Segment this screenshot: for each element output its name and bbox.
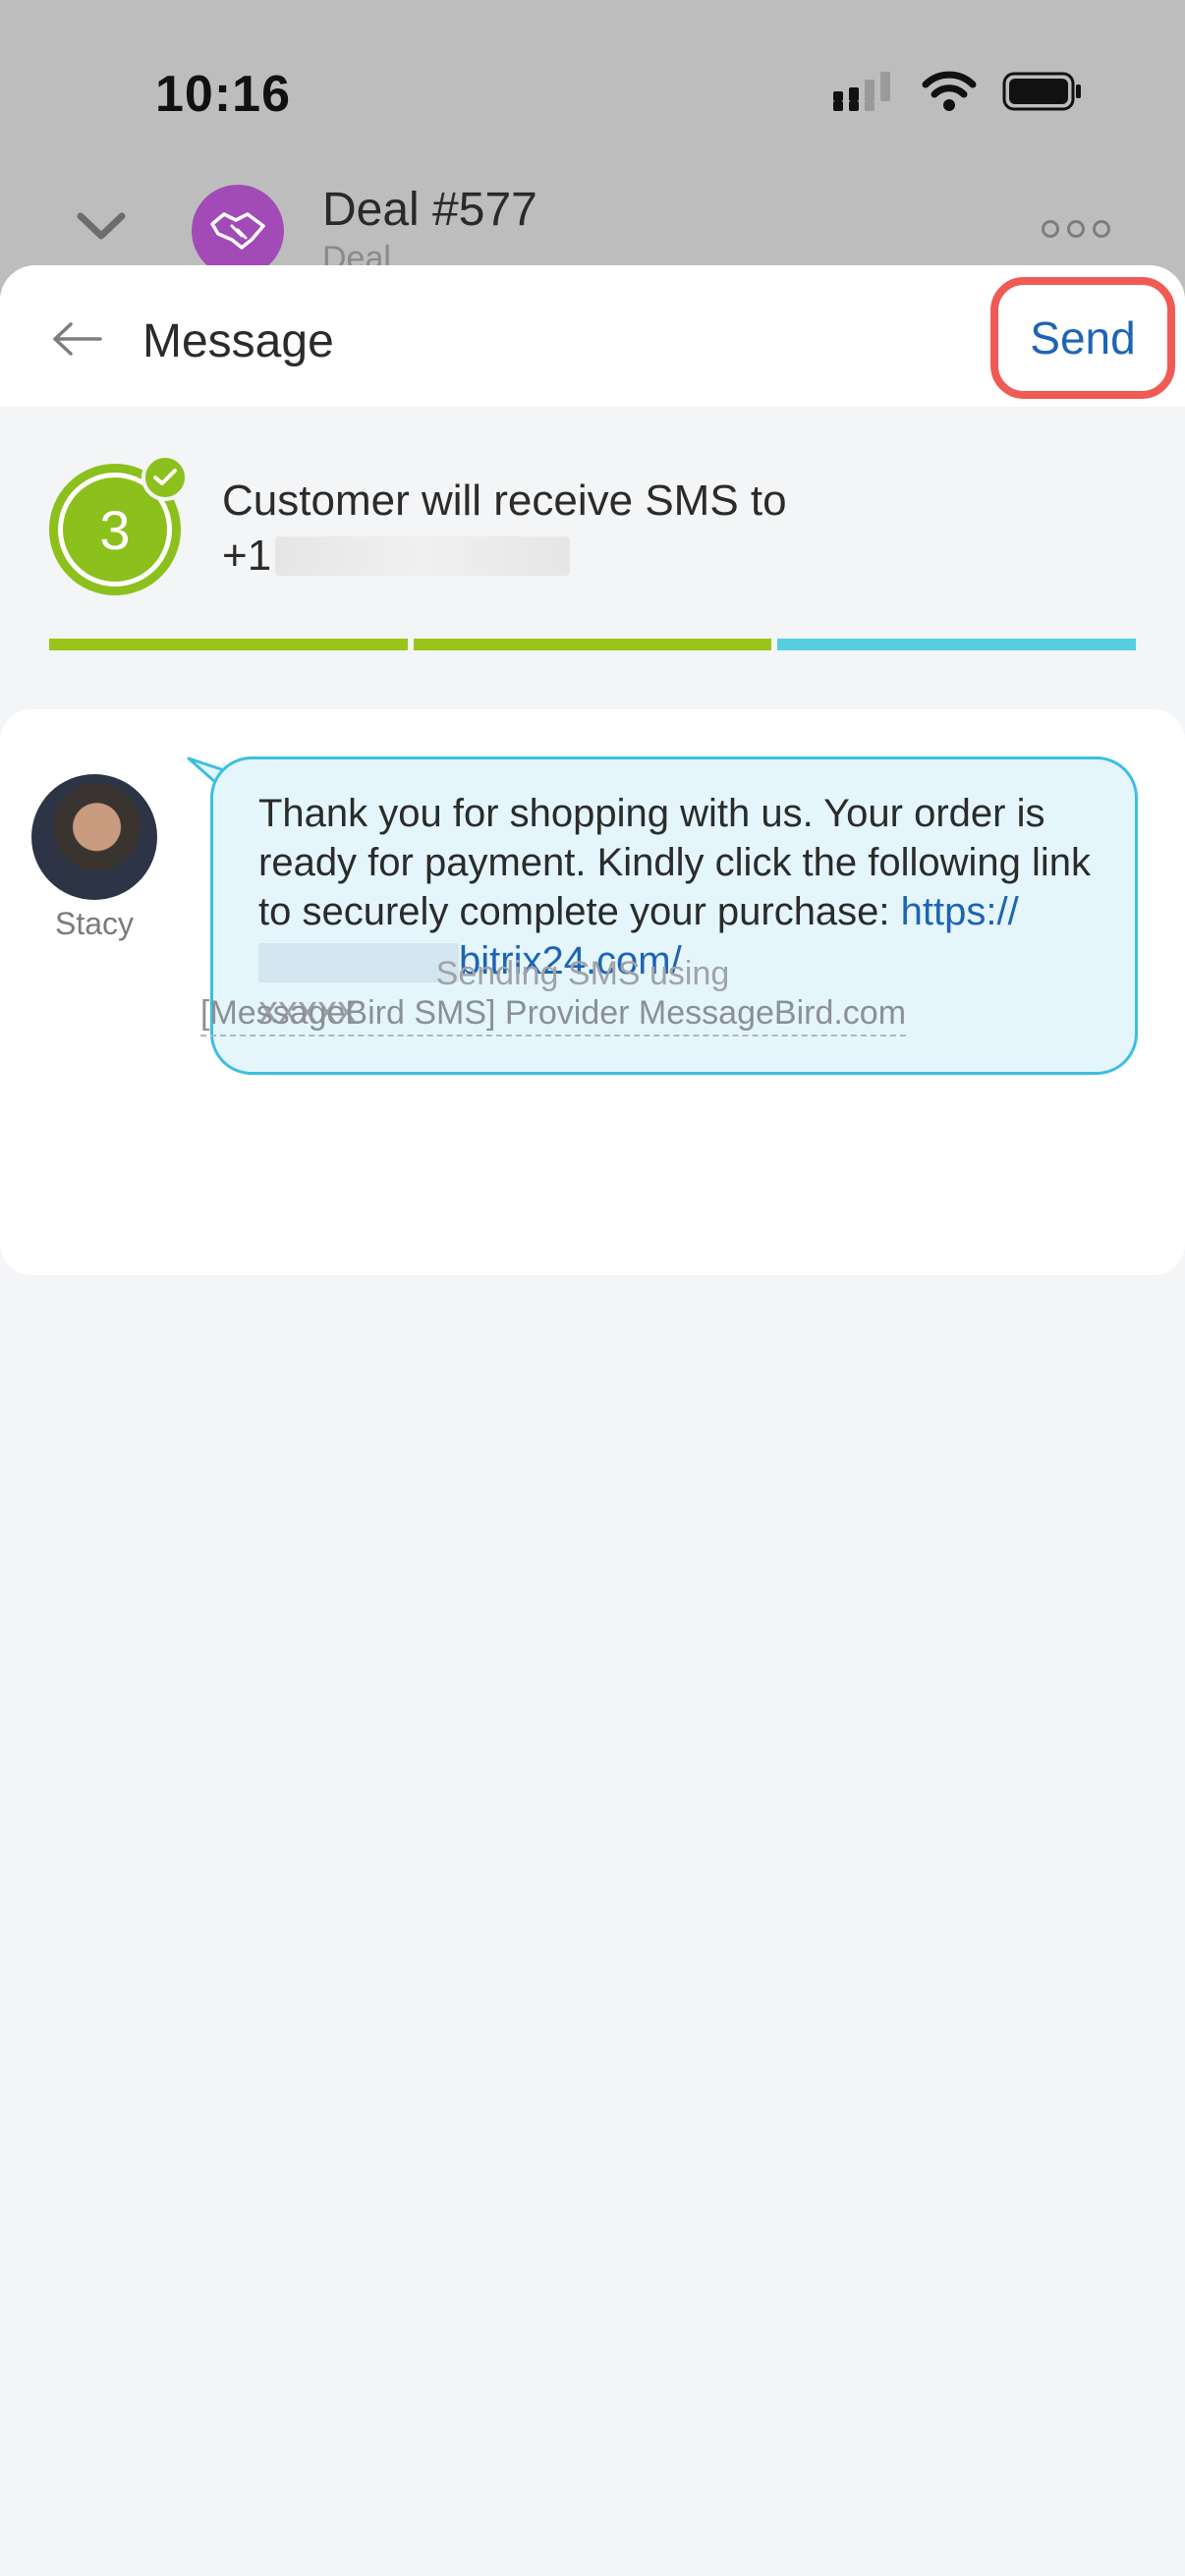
handshake-icon [210, 212, 265, 250]
progress-segment [49, 639, 408, 650]
recipient-text: Customer will receive SMS to [222, 476, 787, 525]
progress-segment [777, 639, 1137, 650]
recipient-phone: +1 [222, 529, 787, 584]
provider-caption: Sending SMS using [435, 955, 730, 992]
wifi-icon [922, 71, 977, 111]
deal-header: Deal #577 Deal [0, 177, 1185, 277]
sender-name: Stacy [54, 906, 135, 941]
deal-avatar [192, 185, 284, 277]
back-button[interactable] [51, 316, 110, 362]
chevron-down-icon[interactable] [77, 210, 126, 242]
send-button[interactable]: Send [990, 277, 1175, 399]
deal-title: Deal #577 [322, 184, 537, 236]
cellular-signal-icon [833, 72, 890, 111]
checkmark-icon [141, 454, 189, 501]
arrow-left-icon [53, 322, 102, 356]
recipient-info: Customer will receive SMS to +1 [222, 474, 787, 584]
avatar [31, 774, 157, 900]
status-time: 10:16 [155, 66, 291, 123]
sheet-topbar: Message Send [0, 265, 1185, 407]
provider-selector[interactable]: [MessageBird SMS] Provider MessageBird.c… [200, 994, 907, 1036]
battery-icon [1002, 72, 1081, 111]
screen: 10:16 Deal #577 Deal Message Send 3 Cust… [0, 0, 1185, 2576]
page-title: Message [142, 315, 334, 367]
progress-segment [413, 639, 772, 650]
message-sheet: Message Send 3 Customer will receive SMS… [0, 265, 1185, 2576]
progress-bar [49, 639, 1137, 650]
phone-redacted [275, 536, 571, 576]
more-options-icon[interactable] [1042, 220, 1110, 238]
status-icons [833, 71, 1083, 112]
phone-prefix: +1 [222, 532, 272, 580]
